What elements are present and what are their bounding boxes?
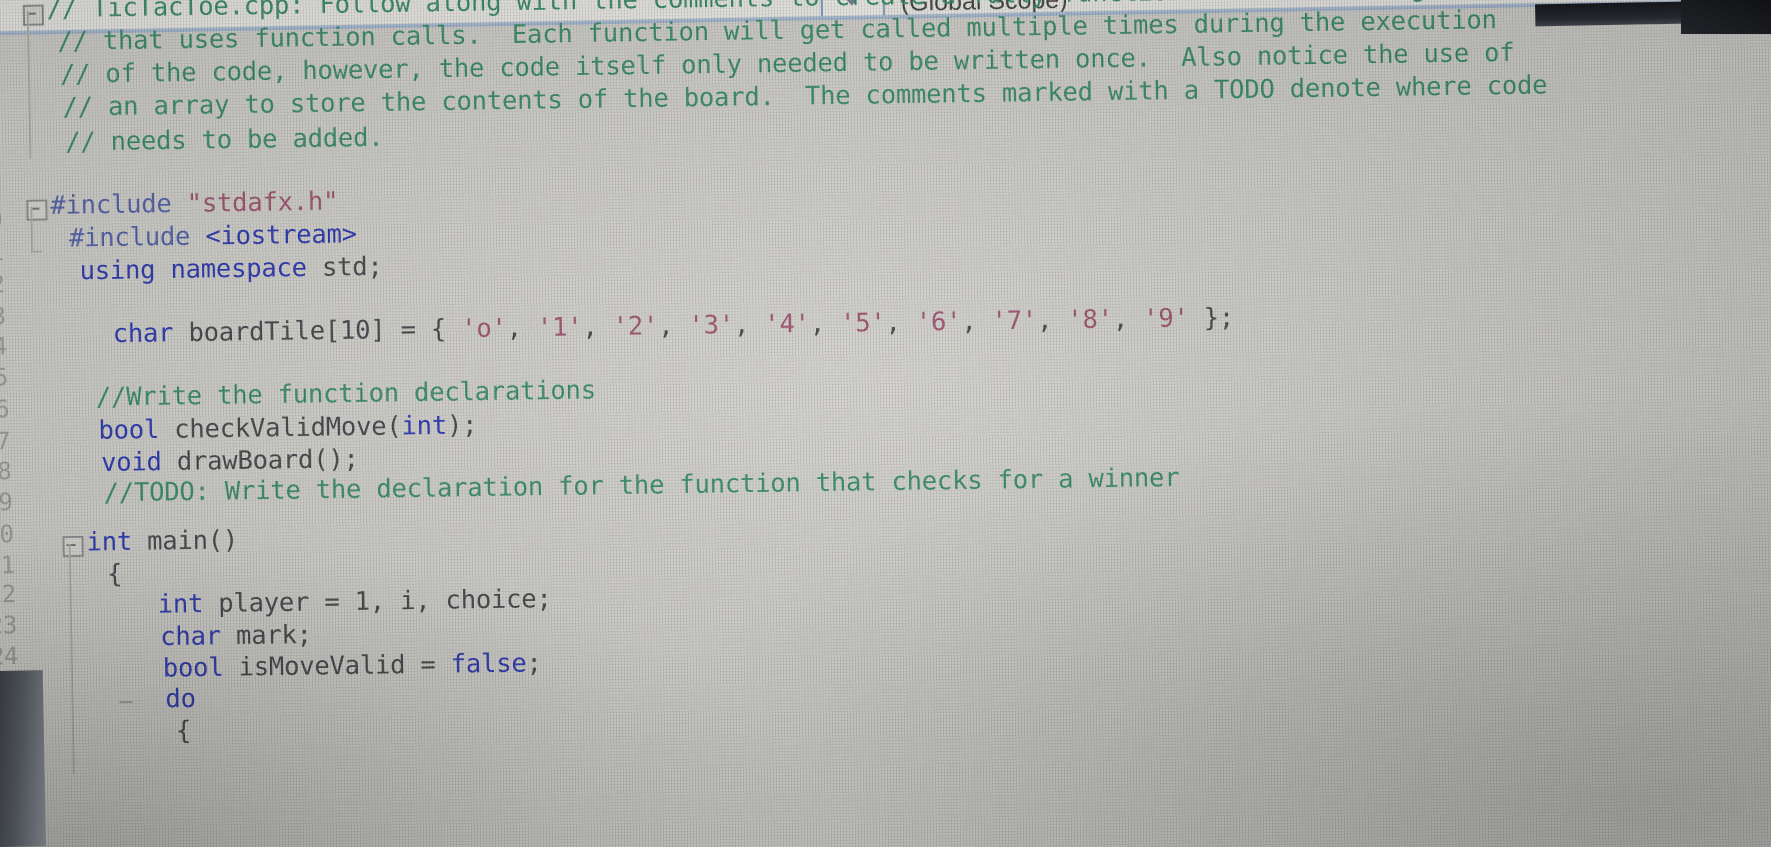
code-line[interactable]: char mark;	[160, 620, 312, 652]
code-token: '4'	[764, 308, 810, 340]
line-number: 22	[0, 580, 16, 609]
code-token: int	[86, 526, 148, 558]
code-line[interactable]: char boardTile[10] = { 'o', '1', '2', '3…	[113, 303, 1235, 349]
code-line[interactable]: // needs to be added.	[65, 123, 384, 158]
code-line[interactable]: #include "stdafx.h"	[50, 187, 338, 221]
code-token: '6'	[915, 306, 962, 338]
code-line[interactable]: #include <iostream>	[69, 219, 357, 253]
code-line[interactable]: {	[107, 559, 123, 589]
code-token: "stdafx.h"	[186, 186, 339, 219]
code-token: #include	[50, 188, 187, 221]
code-token: '5'	[839, 307, 886, 339]
code-line[interactable]: bool checkValidMove(int);	[98, 410, 477, 445]
code-token: );	[446, 410, 478, 441]
line-number: 17	[0, 427, 11, 456]
code-token: //Write the function declarations	[95, 375, 597, 413]
line-number: 21	[0, 551, 15, 580]
code-token: checkValidMove(	[174, 411, 402, 445]
code-token: main()	[146, 525, 239, 557]
code-token: // needs to be added.	[64, 122, 384, 158]
line-number: 15	[0, 363, 9, 392]
code-token: isMoveValid =	[238, 649, 451, 683]
line-number: 13	[0, 302, 6, 331]
code-line[interactable]: //Write the function declarations	[96, 375, 596, 412]
monitor-bezel-left	[0, 670, 46, 847]
code-token: ,	[809, 308, 841, 339]
code-token: ,	[885, 307, 917, 338]
monitor-bezel-corner	[1681, 0, 1771, 34]
code-token: false	[450, 648, 527, 680]
code-token: ,	[582, 311, 613, 343]
code-line[interactable]: int main()	[86, 525, 238, 557]
code-token: <iostream>	[205, 219, 358, 252]
code-token: ;	[526, 648, 542, 679]
code-token: '2'	[612, 311, 659, 342]
code-line[interactable]: bool isMoveValid = false;	[163, 648, 542, 683]
line-number: 18	[0, 457, 12, 486]
code-token: std;	[321, 251, 383, 283]
code-token: player = 1, i, choice;	[218, 584, 552, 619]
line-number: 23	[0, 611, 18, 640]
code-token: ,	[1036, 305, 1068, 336]
code-token: using namespace	[79, 252, 323, 287]
code-token: 'o'	[460, 313, 507, 345]
code-text-area[interactable]: // TicTacToe.cpp: Follow along with the …	[19, 0, 1771, 847]
code-token: mark;	[235, 619, 313, 652]
line-number: 12	[0, 270, 5, 299]
line-number: 11	[0, 238, 4, 267]
code-token: bool	[98, 414, 175, 446]
code-line[interactable]: int player = 1, i, choice;	[157, 584, 551, 620]
code-line[interactable]: void drawBoard();	[101, 444, 359, 478]
code-token: '1'	[536, 312, 583, 343]
line-number: 24	[0, 642, 19, 671]
code-token: boardTile[10] = {	[188, 314, 462, 349]
code-token: ,	[506, 312, 538, 344]
code-token: ,	[733, 309, 765, 341]
region-guide-line	[68, 544, 75, 775]
code-token: void	[100, 446, 178, 478]
code-token: };	[1188, 302, 1235, 334]
code-token: {	[106, 559, 123, 590]
code-token: ,	[1112, 304, 1144, 335]
code-token: '7'	[991, 305, 1038, 337]
code-editor[interactable]: 789101112131415161718192021222324 // Tic…	[0, 0, 1771, 847]
code-token: {	[175, 715, 192, 747]
code-token: int	[157, 588, 219, 620]
line-number: 10	[0, 205, 3, 234]
code-token: bool	[162, 652, 239, 684]
code-line[interactable]: using namespace std;	[79, 252, 382, 286]
code-line[interactable]: do	[165, 684, 196, 714]
code-token: ,	[961, 306, 992, 337]
code-token: drawBoard();	[176, 444, 359, 477]
collapse-region-icon[interactable]	[62, 535, 84, 558]
code-line[interactable]: {	[176, 716, 192, 746]
line-number: 14	[0, 332, 7, 361]
code-token: char	[112, 318, 189, 350]
collapse-dash-glyph[interactable]	[119, 700, 133, 704]
code-token: char	[160, 621, 237, 653]
code-token: '8'	[1067, 304, 1114, 336]
line-number: 16	[0, 395, 10, 424]
code-token: '3'	[688, 310, 735, 341]
line-number: 19	[0, 488, 13, 517]
monitor-photo: ...dard Files (Global Scope) 78910111213…	[0, 0, 1771, 847]
code-token: do	[165, 683, 196, 715]
code-token: #include	[68, 221, 206, 254]
code-token: int	[401, 410, 448, 442]
code-token: '9'	[1142, 303, 1189, 335]
line-number: 20	[0, 520, 14, 549]
code-token: ,	[658, 310, 689, 342]
region-guide-foot	[31, 250, 43, 253]
visual-studio-window: ...dard Files (Global Scope) 78910111213…	[0, 0, 1771, 847]
